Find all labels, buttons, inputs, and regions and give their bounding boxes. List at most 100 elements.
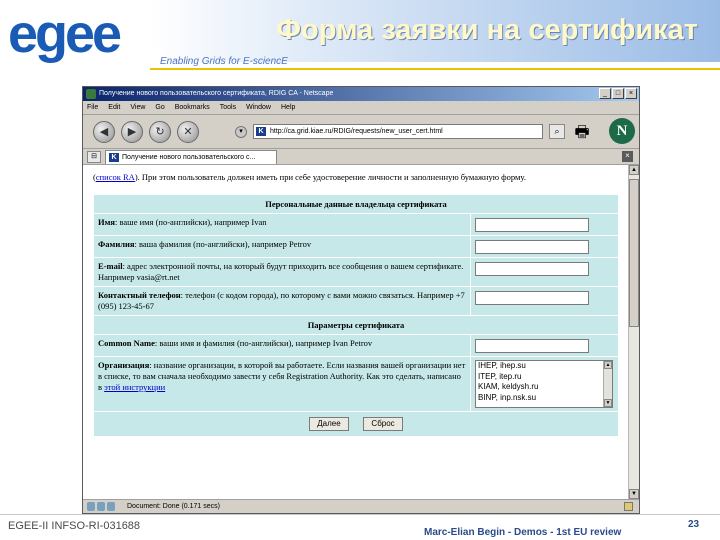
slide-title: Форма заявки на сертификат bbox=[276, 14, 698, 46]
back-button[interactable]: ◀ bbox=[93, 120, 115, 143]
field-label: Фамилия: ваша фамилия (по-английски), на… bbox=[93, 235, 471, 258]
slide-tagline: Enabling Grids for E-sciencE bbox=[160, 56, 288, 67]
intro-after: ). При этом пользователь должен иметь пр… bbox=[134, 172, 526, 182]
field-label: Common Name: ваши имя и фамилия (по-англ… bbox=[93, 334, 471, 357]
field-label: Имя: ваше имя (по-английски), например I… bbox=[93, 213, 471, 236]
window-controls: _ □ × bbox=[599, 88, 637, 99]
chevron-down-icon: ▾ bbox=[239, 128, 243, 135]
menu-tools[interactable]: Tools bbox=[220, 101, 236, 114]
status-text: Document: Done (0.171 secs) bbox=[127, 503, 220, 510]
tab-favicon-icon: K bbox=[109, 152, 119, 162]
instruction-link[interactable]: этой инструкции bbox=[104, 382, 165, 392]
reset-button[interactable]: Сброс bbox=[363, 417, 404, 431]
first-name-input[interactable] bbox=[475, 218, 589, 232]
input-cell bbox=[470, 334, 619, 357]
table-row: Организация: название организации, в кот… bbox=[93, 356, 619, 412]
close-window-button[interactable]: × bbox=[625, 88, 637, 99]
reload-icon: ↻ bbox=[155, 126, 165, 138]
status-bar: Document: Done (0.171 secs) bbox=[83, 499, 639, 513]
list-item[interactable]: KIAM, keldysh.ru bbox=[478, 382, 612, 393]
page-viewport: (список RA). При этом пользователь долже… bbox=[83, 165, 639, 499]
ra-list-link[interactable]: список RA bbox=[96, 172, 135, 182]
egee-logo-text: egee bbox=[8, 4, 122, 64]
email-input[interactable] bbox=[475, 262, 589, 276]
menu-view[interactable]: View bbox=[130, 101, 145, 114]
footer-divider bbox=[0, 514, 720, 515]
back-arrow-icon: ◀ bbox=[99, 126, 109, 138]
menu-bookmarks[interactable]: Bookmarks bbox=[175, 101, 210, 114]
field-desc: : ваше имя (по-английски), например Ivan bbox=[115, 217, 267, 227]
browser-titlebar: Получение нового пользовательского серти… bbox=[83, 87, 639, 101]
footer-project-id: EGEE-II INFSO-RI-031688 bbox=[8, 520, 141, 532]
input-cell bbox=[470, 286, 619, 316]
stop-button[interactable]: ✕ bbox=[177, 120, 199, 143]
forward-button[interactable]: ▶ bbox=[121, 120, 143, 143]
menu-help[interactable]: Help bbox=[281, 101, 295, 114]
section-personal-title: Персональные данные владельца сертификат… bbox=[93, 194, 619, 214]
form-buttons: Далее Сброс bbox=[93, 411, 619, 437]
url-bar[interactable]: K http://ca.grid.kiae.ru/RDIG/requests/n… bbox=[253, 124, 543, 139]
table-row: Контактный телефон: телефон (с кодом гор… bbox=[93, 286, 619, 316]
field-name: Имя bbox=[98, 217, 115, 227]
netscape-logo[interactable]: N bbox=[609, 118, 635, 144]
phone-input[interactable] bbox=[475, 291, 589, 305]
field-label: Контактный телефон: телефон (с кодом гор… bbox=[93, 286, 471, 316]
new-tab-button[interactable]: ⊟ bbox=[87, 150, 101, 163]
mail-icon[interactable] bbox=[87, 502, 95, 511]
page-scrollbar[interactable]: ▲ ▼ bbox=[628, 165, 639, 499]
listbox-scrollbar[interactable]: ▲ ▼ bbox=[603, 361, 612, 407]
tab-bar: ⊟ K Получение нового пользовательского с… bbox=[83, 149, 639, 165]
minimize-button[interactable]: _ bbox=[599, 88, 611, 99]
close-icon: × bbox=[625, 151, 630, 160]
tab-label: Получение нового пользовательского с... bbox=[122, 153, 256, 161]
input-cell bbox=[470, 257, 619, 287]
forward-arrow-icon: ▶ bbox=[127, 126, 137, 138]
organization-select[interactable]: IHEP, ihep.su ITEP, itep.ru KIAM, keldys… bbox=[475, 360, 613, 408]
composer-icon[interactable] bbox=[97, 502, 105, 511]
table-row: Фамилия: ваша фамилия (по-английски), на… bbox=[93, 235, 619, 258]
input-cell bbox=[470, 213, 619, 236]
tab-current[interactable]: K Получение нового пользовательского с..… bbox=[105, 149, 277, 164]
egee-logo: egee bbox=[8, 6, 168, 62]
list-item[interactable]: BINP, inp.nsk.su bbox=[478, 393, 612, 404]
address-book-icon[interactable] bbox=[107, 502, 115, 511]
status-icons bbox=[87, 502, 115, 511]
menu-go[interactable]: Go bbox=[155, 101, 164, 114]
navigation-toolbar: ◀ ▶ ↻ ✕ ▾ K http://ca.grid.kiae.ru/RDIG/… bbox=[83, 115, 639, 149]
menu-edit[interactable]: Edit bbox=[108, 101, 120, 114]
search-button[interactable]: ⌕ bbox=[549, 124, 565, 139]
input-cell: IHEP, ihep.su ITEP, itep.ru KIAM, keldys… bbox=[470, 356, 619, 412]
list-item[interactable]: ITEP, itep.ru bbox=[478, 372, 612, 383]
common-name-input[interactable] bbox=[475, 339, 589, 353]
scroll-up-icon[interactable]: ▲ bbox=[604, 361, 612, 369]
last-name-input[interactable] bbox=[475, 240, 589, 254]
close-tab-button[interactable]: × bbox=[622, 151, 633, 162]
printer-icon: 🖶 bbox=[574, 124, 590, 141]
print-button[interactable]: 🖶 bbox=[571, 121, 593, 141]
table-row: Имя: ваше имя (по-английски), например I… bbox=[93, 213, 619, 236]
list-item[interactable]: IHEP, ihep.su bbox=[478, 361, 612, 372]
field-name: E-mail bbox=[98, 261, 123, 271]
search-icon: ⌕ bbox=[554, 126, 560, 136]
maximize-button[interactable]: □ bbox=[612, 88, 624, 99]
reload-button[interactable]: ↻ bbox=[149, 120, 171, 143]
browser-title: Получение нового пользовательского серти… bbox=[99, 90, 334, 97]
browser-window: Получение нового пользовательского серти… bbox=[82, 86, 640, 514]
page-number: 23 bbox=[688, 519, 700, 530]
menu-window[interactable]: Window bbox=[246, 101, 271, 114]
menu-file[interactable]: File bbox=[87, 101, 98, 114]
scroll-down-icon[interactable]: ▼ bbox=[604, 399, 612, 407]
scroll-down-icon[interactable]: ▼ bbox=[629, 489, 639, 499]
history-dropdown-button[interactable]: ▾ bbox=[235, 126, 247, 138]
next-button[interactable]: Далее bbox=[308, 417, 349, 431]
field-name: Организация bbox=[98, 360, 150, 370]
field-name: Фамилия bbox=[98, 239, 135, 249]
intro-text: (список RA). При этом пользователь долже… bbox=[93, 171, 623, 184]
slide-header: egee Форма заявки на сертификат Enabling… bbox=[0, 0, 720, 70]
field-desc: : адрес электронной почты, на который бу… bbox=[98, 261, 464, 282]
lock-icon bbox=[624, 502, 633, 511]
header-divider bbox=[150, 68, 720, 70]
scroll-up-icon[interactable]: ▲ bbox=[629, 165, 639, 175]
field-name: Контактный телефон bbox=[98, 290, 181, 300]
scroll-thumb[interactable] bbox=[629, 179, 639, 327]
